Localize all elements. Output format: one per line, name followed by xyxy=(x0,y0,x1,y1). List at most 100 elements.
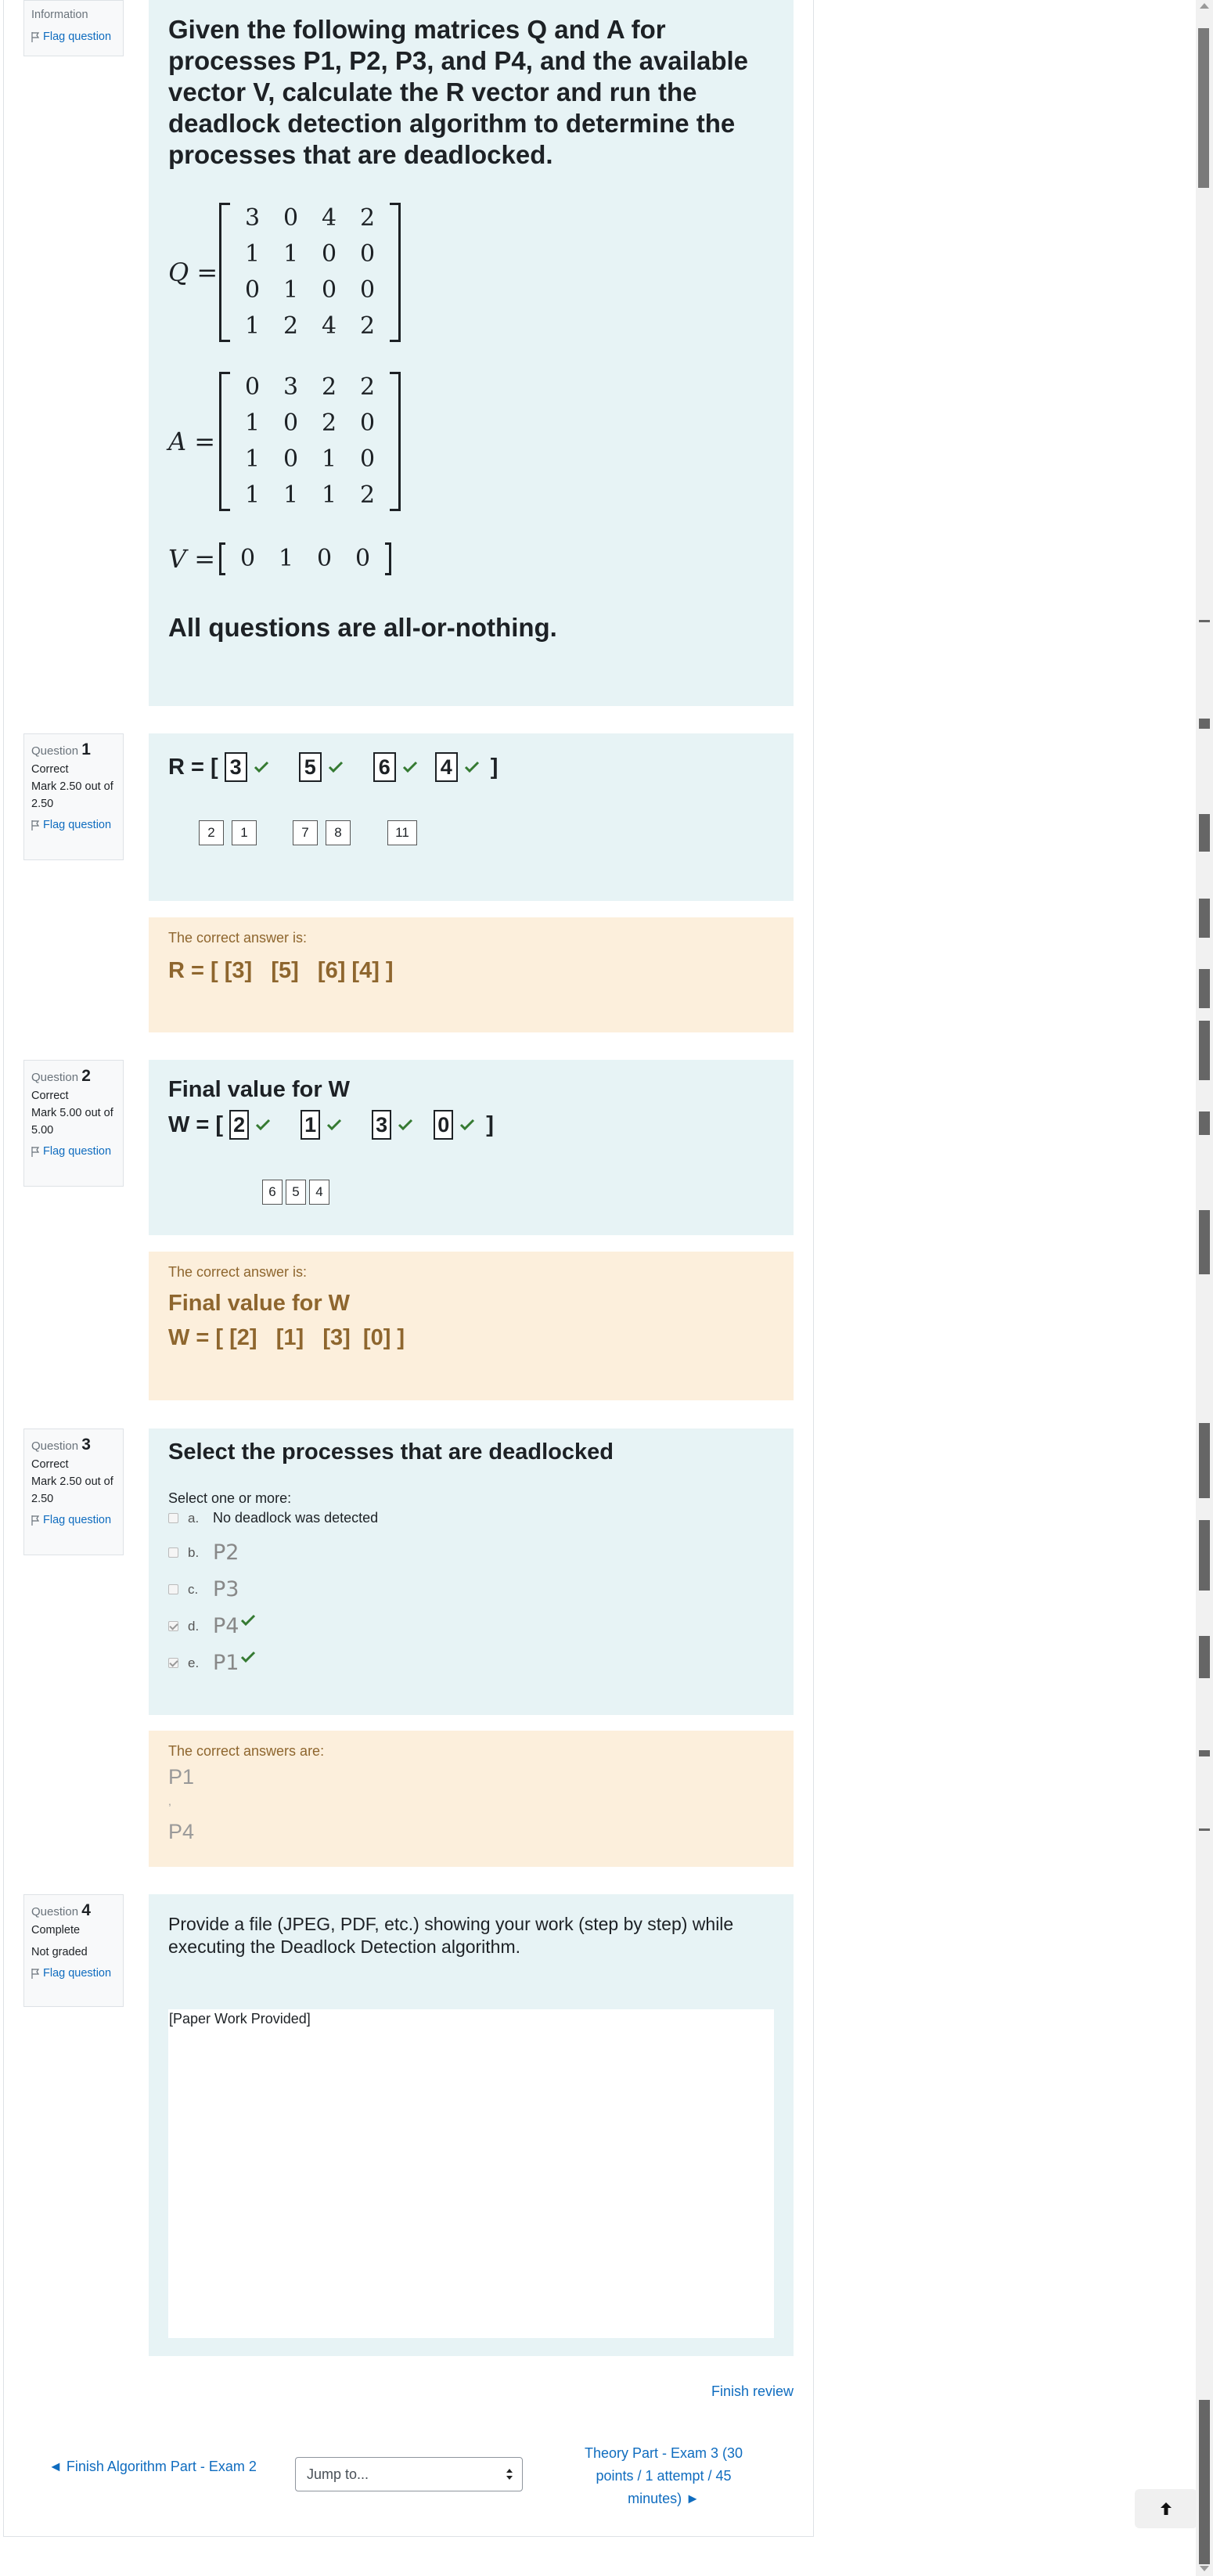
q1-feedback-label: The correct answer is: xyxy=(168,930,308,946)
q3-title: Select the processes that are deadlocked xyxy=(168,1439,614,1465)
q2-drop-4[interactable]: 0 xyxy=(434,1110,454,1140)
scrollbar-thumb[interactable] xyxy=(1198,28,1209,188)
a-matrix-cell: 2 xyxy=(321,409,337,437)
q4-content: Provide a file (JPEG, PDF, etc.) showing… xyxy=(149,1894,794,2356)
q1-drop-3[interactable]: 6 xyxy=(373,752,396,782)
checkbox[interactable] xyxy=(168,1584,178,1594)
q4-info: Question 4 Complete Not graded Flag ques… xyxy=(23,1894,124,2007)
option-text: P3 xyxy=(213,1577,239,1601)
flag-icon xyxy=(31,820,40,830)
q1-drag-item[interactable]: 11 xyxy=(387,820,417,845)
q3-grade: Mark 2.50 out of 2.50 xyxy=(31,1475,113,1505)
q-matrix-cell: 2 xyxy=(283,312,299,340)
a-matrix-grid: 0322102010101112 xyxy=(230,369,390,513)
q2-drop-1[interactable]: 2 xyxy=(229,1110,250,1140)
q4-flag-link[interactable]: Flag question xyxy=(31,1964,116,1983)
option-letter: a. xyxy=(188,1510,200,1526)
q2-drop-2[interactable]: 1 xyxy=(301,1110,321,1140)
next-activity-link[interactable]: Theory Part - Exam 3 (30 points / 1 atte… xyxy=(574,2442,754,2510)
arrow-up-icon xyxy=(1161,2502,1172,2515)
v-vector-cell: 0 xyxy=(355,545,371,572)
v-vector-cell: 1 xyxy=(278,545,294,572)
q3-option-c[interactable]: c. P3 xyxy=(168,1577,239,1601)
q4-prompt: Provide a file (JPEG, PDF, etc.) showing… xyxy=(168,1914,734,1957)
q-label: Q = xyxy=(168,258,218,287)
a-matrix-cell: 0 xyxy=(359,445,376,473)
q1-drag-item[interactable]: 2 xyxy=(199,820,224,845)
checkbox[interactable] xyxy=(168,1658,178,1668)
check-icon xyxy=(254,761,268,773)
q1-suffix: ] xyxy=(490,754,499,780)
flag-icon xyxy=(31,31,40,42)
a-matrix-cell: 1 xyxy=(321,481,337,509)
back-to-top-button[interactable] xyxy=(1135,2489,1197,2528)
flag-icon xyxy=(31,1146,40,1157)
q1-label: Question xyxy=(31,744,79,758)
q1-drag-item[interactable]: 1 xyxy=(232,820,257,845)
info-label: Information xyxy=(31,9,88,21)
q2-flag-link[interactable]: Flag question xyxy=(31,1142,116,1161)
checkbox[interactable] xyxy=(168,1547,178,1558)
q-matrix-cell: 2 xyxy=(359,312,376,340)
a-matrix-cell: 2 xyxy=(321,373,337,401)
option-text: No deadlock was detected xyxy=(213,1510,379,1526)
q2-suffix: ] xyxy=(486,1111,494,1137)
flag-label: Flag question xyxy=(43,1514,112,1526)
q2-answer-row: W = [ 2 1 3 0 ] xyxy=(168,1110,494,1140)
q3-option-e[interactable]: e. P1 xyxy=(168,1651,256,1675)
q1-feedback: The correct answer is: R = [ [3] [5] [6]… xyxy=(149,917,794,1032)
q2-feedback-label: The correct answer is: xyxy=(168,1264,308,1280)
q1-drop-4[interactable]: 4 xyxy=(434,752,458,782)
q3-feedback-label: The correct answers are: xyxy=(168,1743,325,1759)
q3-flag-link[interactable]: Flag question xyxy=(31,1511,116,1529)
q1-drag-item[interactable]: 8 xyxy=(326,820,351,845)
finish-review-link[interactable]: Finish review xyxy=(711,2383,794,2400)
q1-content: R = [ 3 5 6 4 ] 2 1 7 8 11 xyxy=(149,733,794,901)
a-matrix-cell: 1 xyxy=(244,409,261,437)
q2-drag-item[interactable]: 5 xyxy=(286,1180,306,1205)
q3-option-d[interactable]: d. P4 xyxy=(168,1614,256,1638)
a-matrix-cell: 3 xyxy=(283,373,299,401)
q-matrix-cell: 2 xyxy=(359,204,376,232)
q2-drop-3[interactable]: 3 xyxy=(372,1110,392,1140)
scrollbar[interactable] xyxy=(1196,0,1213,2576)
scroll-up-icon[interactable] xyxy=(1200,3,1209,9)
q1-info: Question 1 Correct Mark 2.50 out of 2.50… xyxy=(23,733,124,860)
q2-drag-item[interactable]: 4 xyxy=(309,1180,329,1205)
q1-drag-item[interactable]: 7 xyxy=(293,820,318,845)
q3-number: 3 xyxy=(81,1436,91,1454)
q-matrix-cell: 0 xyxy=(321,240,337,268)
q3-label: Question xyxy=(31,1439,79,1453)
v-vector-grid: 0100 xyxy=(225,543,385,575)
prev-activity-link[interactable]: ◄ Finish Algorithm Part - Exam 2 xyxy=(47,2455,258,2477)
a-matrix-cell: 0 xyxy=(359,409,376,437)
q1-flag-link[interactable]: Flag question xyxy=(31,816,116,834)
q1-feedback-answer: R = [ [3] [5] [6] [4] ] xyxy=(168,958,394,983)
q2-title: Final value for W xyxy=(168,1077,351,1102)
check-icon xyxy=(327,1119,342,1131)
q3-info: Question 3 Correct Mark 2.50 out of 2.50… xyxy=(23,1429,124,1555)
flag-question-link[interactable]: Flag question xyxy=(31,27,116,46)
q-matrix-cell: 1 xyxy=(283,276,299,304)
q3-feedback: The correct answers are: P1 , P4 xyxy=(149,1731,794,1867)
checkbox[interactable] xyxy=(168,1621,178,1631)
q1-drop-1[interactable]: 3 xyxy=(224,752,247,782)
q-matrix: Q = 3042110001001242 xyxy=(168,200,401,344)
q3-option-b[interactable]: b. P2 xyxy=(168,1540,239,1565)
q2-feedback-answer: W = [ [2] [1] [3] [0] ] xyxy=(168,1325,405,1350)
q2-drag-item[interactable]: 6 xyxy=(262,1180,283,1205)
a-matrix-cell: 1 xyxy=(244,445,261,473)
q3-option-a[interactable]: a. No deadlock was detected xyxy=(168,1510,378,1526)
a-matrix-cell: 2 xyxy=(359,373,376,401)
q-matrix-cell: 0 xyxy=(359,276,376,304)
q-matrix-cell: 1 xyxy=(244,240,261,268)
q3-feedback-sep: , xyxy=(168,1795,171,1807)
checkbox[interactable] xyxy=(168,1513,178,1523)
q3-state: Correct xyxy=(31,1458,69,1471)
q2-prefix: W = [ xyxy=(168,1111,224,1137)
jump-to-select[interactable]: Jump to... xyxy=(295,2457,523,2491)
q1-drop-2[interactable]: 5 xyxy=(298,752,322,782)
q4-grade: Not graded xyxy=(31,1946,88,1958)
scroll-down-icon[interactable] xyxy=(1200,2566,1209,2571)
q2-info: Question 2 Correct Mark 5.00 out of 5.00… xyxy=(23,1060,124,1187)
